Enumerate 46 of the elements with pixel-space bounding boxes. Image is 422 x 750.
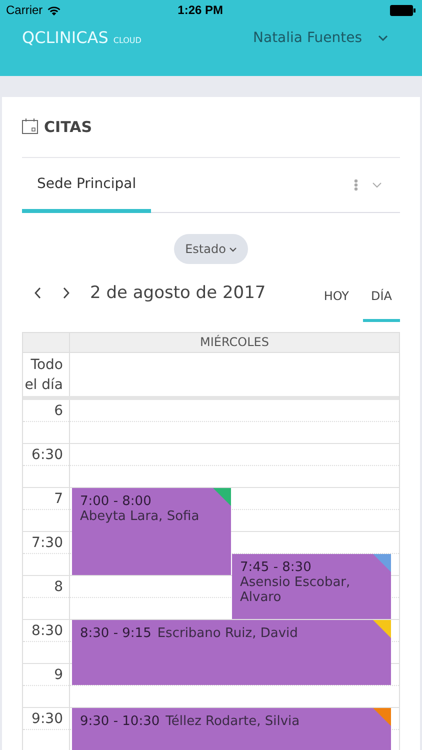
time-label: 7 (54, 491, 63, 507)
current-date: 2 de agosto de 2017 (90, 283, 266, 303)
appointment-block[interactable]: 7:00 - 8:00 Abeyta Lara, Sofia (72, 488, 231, 575)
status-filter-button[interactable]: Estado (174, 234, 248, 264)
view-tab[interactable]: DÍA (363, 264, 400, 322)
status-corner-icon (213, 488, 231, 506)
wifi-icon (46, 4, 61, 16)
time-label: 9 (54, 667, 63, 683)
appointment-block[interactable]: 9:30 - 10:30 Téllez Rodarte, Silvia (72, 708, 391, 750)
user-name[interactable]: Natalia Fuentes (253, 30, 362, 46)
chevron-down-icon[interactable] (378, 34, 388, 40)
brand-name: QCLINICAS (22, 28, 108, 47)
status-corner-icon (373, 620, 391, 638)
chevron-left-icon[interactable] (34, 287, 42, 299)
time-label: 7:30 (32, 535, 63, 551)
appointment-time: 8:30 - 9:15 (80, 626, 152, 641)
time-label: 6 (54, 403, 63, 419)
appointment-time: 7:45 - 8:30 (240, 560, 312, 575)
patient-name: Téllez Rodarte, Silvia (166, 714, 300, 729)
carrier-name: Carrier (6, 3, 43, 17)
status-corner-icon (373, 708, 391, 726)
appointment-time: 9:30 - 10:30 (80, 714, 160, 729)
section-title: CITAS (44, 118, 92, 136)
day-header: MIÉRCOLES (199, 334, 270, 351)
chevron-down-icon (228, 246, 237, 252)
clock-time: 1:26 PM (176, 3, 224, 17)
status-corner-icon (373, 554, 391, 572)
appointment-block[interactable]: 7:45 - 8:30 Asensio Escobar, Alvaro (232, 554, 391, 619)
patient-name: Abeyta Lara, Sofia (80, 509, 200, 524)
all-day-label: Todo el día (23, 353, 70, 396)
appointment-block[interactable]: 8:30 - 9:15 Escribano Ruiz, David (72, 620, 391, 685)
location-tab[interactable]: Sede Principal (22, 158, 152, 213)
chevron-down-icon[interactable] (372, 182, 382, 188)
chevron-right-icon[interactable] (62, 287, 70, 299)
more-vertical-icon[interactable] (354, 179, 358, 191)
brand-suffix: CLOUD (113, 36, 142, 45)
battery-icon (390, 4, 416, 16)
time-label: 8 (54, 579, 63, 595)
time-label: 9:30 (32, 711, 63, 727)
view-tab[interactable]: HOY (316, 264, 357, 322)
time-label: 8:30 (32, 623, 63, 639)
calendar-icon (22, 118, 38, 134)
time-label: 6:30 (32, 447, 63, 463)
patient-name: Escribano Ruiz, David (157, 626, 298, 641)
appointment-time: 7:00 - 8:00 (80, 494, 152, 509)
patient-name: Asensio Escobar, Alvaro (240, 575, 352, 605)
